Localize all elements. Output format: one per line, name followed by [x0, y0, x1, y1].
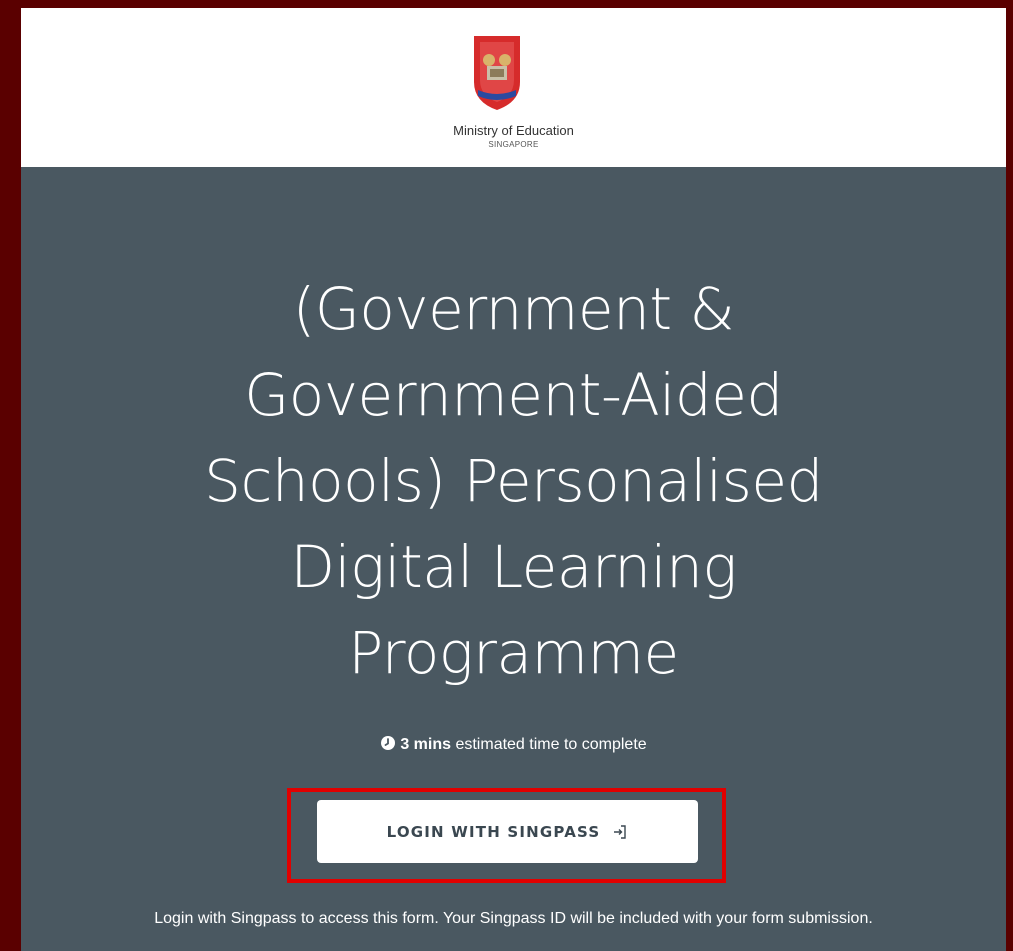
form-title-line: (Government & [292, 275, 735, 343]
clock-icon [381, 736, 396, 750]
moe-crest-logo [474, 36, 520, 110]
form-title-line: Government-Aided [244, 361, 783, 429]
login-notice: Login with Singpass to access this form.… [154, 910, 873, 927]
form-page: Ministry of Education SINGAPORE (Governm… [21, 8, 1006, 951]
header: Ministry of Education SINGAPORE [21, 8, 1006, 167]
org-country: SINGAPORE [488, 140, 539, 149]
login-with-singpass-button[interactable]: LOGIN WITH SINGPASS [317, 800, 698, 863]
org-name: Ministry of Education [453, 123, 574, 138]
form-title-line: Schools) Personalised [204, 447, 823, 515]
form-title: (Government & Government-Aided Schools) … [81, 266, 946, 696]
time-estimate-value: 3 mins [400, 736, 452, 753]
form-title-line: Programme [348, 619, 679, 687]
login-button-label: LOGIN WITH SINGPASS [386, 822, 601, 841]
time-estimate: 3 mins estimated time to complete [21, 735, 1006, 754]
login-arrow-icon [614, 824, 627, 839]
time-estimate-text: estimated time to complete [451, 736, 647, 753]
form-title-line: Digital Learning [290, 533, 737, 601]
